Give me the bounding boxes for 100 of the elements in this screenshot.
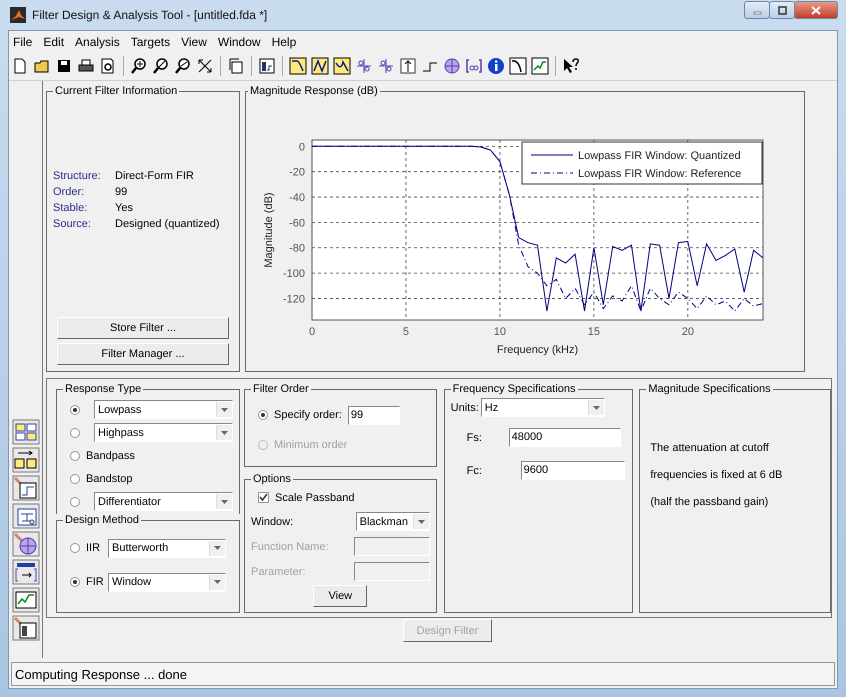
maximize-icon bbox=[778, 6, 786, 14]
info-label: Structure: bbox=[53, 170, 102, 182]
peak-logo-icon bbox=[10, 7, 26, 23]
legend-label: Lowpass FIR Window: Quantized bbox=[578, 150, 741, 162]
dropdown-arrow-icon bbox=[214, 546, 221, 550]
input-field[interactable]: 48000 bbox=[508, 428, 621, 447]
maximize-button[interactable] bbox=[769, 1, 795, 19]
info-label: Source: bbox=[53, 218, 92, 230]
radio-button[interactable] bbox=[70, 450, 80, 460]
line-chart-icon[interactable] bbox=[531, 57, 549, 75]
info-value: Yes bbox=[115, 202, 134, 214]
dropdown-arrow-icon bbox=[214, 580, 221, 584]
zoom-out-icon[interactable] bbox=[152, 57, 170, 75]
menu-item[interactable]: Window bbox=[218, 34, 261, 48]
highpass-curve-icon[interactable] bbox=[311, 57, 329, 75]
pencil-globe-icon[interactable] bbox=[12, 531, 40, 557]
info-value: 99 bbox=[115, 186, 128, 198]
menu-item[interactable]: File bbox=[13, 34, 32, 48]
field-label: Fc: bbox=[466, 464, 483, 476]
panel-title: Design Method bbox=[64, 514, 140, 527]
dropdown[interactable]: Differentiator bbox=[94, 492, 233, 511]
zoom-in-icon[interactable] bbox=[130, 57, 148, 75]
y-tick-label: -80 bbox=[289, 242, 305, 255]
info-value: Designed (quantized) bbox=[115, 218, 221, 230]
panel-title: Filter Order bbox=[252, 383, 310, 396]
radio-button[interactable] bbox=[70, 543, 80, 553]
info-label: Stable: bbox=[53, 202, 88, 214]
panel-title: Magnitude Specifications bbox=[647, 383, 772, 396]
dropdown[interactable]: Blackman bbox=[356, 512, 430, 531]
line-chart-icon[interactable] bbox=[12, 587, 40, 613]
panel-button[interactable]: Store Filter ... bbox=[57, 317, 229, 339]
field-label: Function Name: bbox=[251, 540, 329, 552]
radio-button[interactable] bbox=[70, 404, 80, 414]
brackets-icon[interactable] bbox=[465, 57, 483, 75]
x-tick-label: 15 bbox=[588, 326, 600, 338]
pencil-step-icon[interactable] bbox=[12, 475, 40, 501]
info-icon[interactable] bbox=[487, 57, 505, 75]
window-icon[interactable] bbox=[227, 57, 245, 75]
panel-title: Frequency Specifications bbox=[452, 383, 577, 396]
input-field[interactable] bbox=[354, 537, 430, 556]
info-text: The attenuation at cutoff bbox=[650, 442, 770, 454]
close-icon bbox=[811, 6, 821, 14]
block-diagram-icon[interactable] bbox=[12, 503, 40, 529]
menu-item[interactable]: Help bbox=[272, 34, 296, 48]
dropdown[interactable]: Highpass bbox=[94, 423, 233, 442]
radio-button[interactable] bbox=[70, 577, 80, 587]
radio-button[interactable] bbox=[70, 474, 80, 484]
checkbox-label[interactable]: Scale Passband bbox=[275, 492, 354, 504]
expand-arrows-icon[interactable] bbox=[196, 57, 214, 75]
x-axis-title: Frequency (kHz) bbox=[496, 344, 578, 356]
radio-button[interactable] bbox=[70, 496, 80, 506]
y-tick-label: -120 bbox=[282, 293, 305, 306]
radio-button[interactable] bbox=[70, 428, 80, 438]
legend-line bbox=[530, 172, 574, 174]
dropdown[interactable]: Hz bbox=[480, 398, 605, 417]
bandpass-curve-icon[interactable] bbox=[333, 57, 351, 75]
y-axis-title: Magnitude (dB) bbox=[263, 192, 275, 268]
save-icon[interactable] bbox=[55, 57, 73, 75]
x-tick-label: 5 bbox=[402, 326, 410, 338]
menu-item[interactable]: Targets bbox=[130, 34, 170, 48]
dropdown[interactable]: Lowpass bbox=[94, 400, 233, 419]
dropdown[interactable]: Window bbox=[108, 572, 226, 592]
pole-zero-icon[interactable] bbox=[355, 57, 373, 75]
field-label: Parameter: bbox=[251, 566, 306, 578]
bar-chart-icon[interactable] bbox=[258, 57, 276, 75]
pencil-bars-icon[interactable] bbox=[12, 615, 40, 641]
window-title: Filter Design & Analysis Tool - [untitled.fda *] bbox=[32, 8, 268, 22]
lowpass-curve-icon[interactable] bbox=[289, 57, 307, 75]
info-text: (half the passband gain) bbox=[650, 496, 770, 508]
globe-grid-icon[interactable] bbox=[443, 57, 461, 75]
input-field[interactable]: 9600 bbox=[520, 461, 625, 480]
radio-label[interactable]: Bandstop bbox=[86, 472, 132, 484]
panel-title: Current Filter Information bbox=[54, 85, 178, 98]
menu-item[interactable]: Analysis bbox=[75, 34, 120, 48]
view-button[interactable]: View bbox=[313, 585, 368, 607]
input-field[interactable] bbox=[354, 562, 430, 581]
radio-button[interactable] bbox=[258, 410, 268, 420]
legend-label: Lowpass FIR Window: Reference bbox=[578, 168, 742, 180]
dropdown[interactable]: Butterworth bbox=[108, 538, 226, 558]
radio-label[interactable]: Specify order: bbox=[274, 409, 342, 421]
x-tick-label: 0 bbox=[308, 326, 316, 338]
zoom-icon[interactable] bbox=[174, 57, 192, 75]
menu-item[interactable]: Edit bbox=[43, 34, 64, 48]
panel-button[interactable]: Filter Manager ... bbox=[57, 343, 229, 365]
x-tick-label: 10 bbox=[494, 326, 506, 338]
radio-label[interactable]: Bandpass bbox=[86, 450, 135, 462]
menu-item[interactable]: View bbox=[181, 34, 207, 48]
block-grid-icon[interactable] bbox=[12, 419, 40, 445]
status-text: Computing Response ... done bbox=[15, 666, 187, 682]
order-input[interactable]: 99 bbox=[348, 406, 400, 424]
curve-chart-icon[interactable] bbox=[509, 57, 527, 75]
dropdown-arrow-icon bbox=[221, 500, 228, 504]
radio-label[interactable]: IIR bbox=[86, 542, 102, 554]
checkbox[interactable] bbox=[258, 492, 269, 503]
dropdown-arrow-icon bbox=[418, 520, 425, 524]
help-pointer-icon[interactable] bbox=[562, 57, 580, 75]
radio-label[interactable]: FIR bbox=[86, 576, 102, 588]
close-button[interactable] bbox=[794, 1, 838, 19]
dropdown-arrow-icon bbox=[592, 406, 600, 410]
y-tick-label: -60 bbox=[289, 217, 305, 230]
